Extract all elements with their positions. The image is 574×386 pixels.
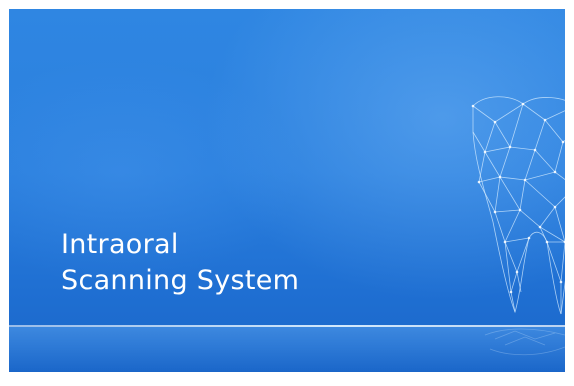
splash-screen: Intraoral Scanning System (9, 9, 565, 372)
tooth-wireframe-icon (471, 96, 565, 315)
app-title: Intraoral Scanning System (61, 227, 299, 299)
app-title-line1: Intraoral (61, 229, 179, 260)
tooth-reflection-icon (484, 328, 565, 356)
app-title-line2: Scanning System (61, 265, 300, 296)
